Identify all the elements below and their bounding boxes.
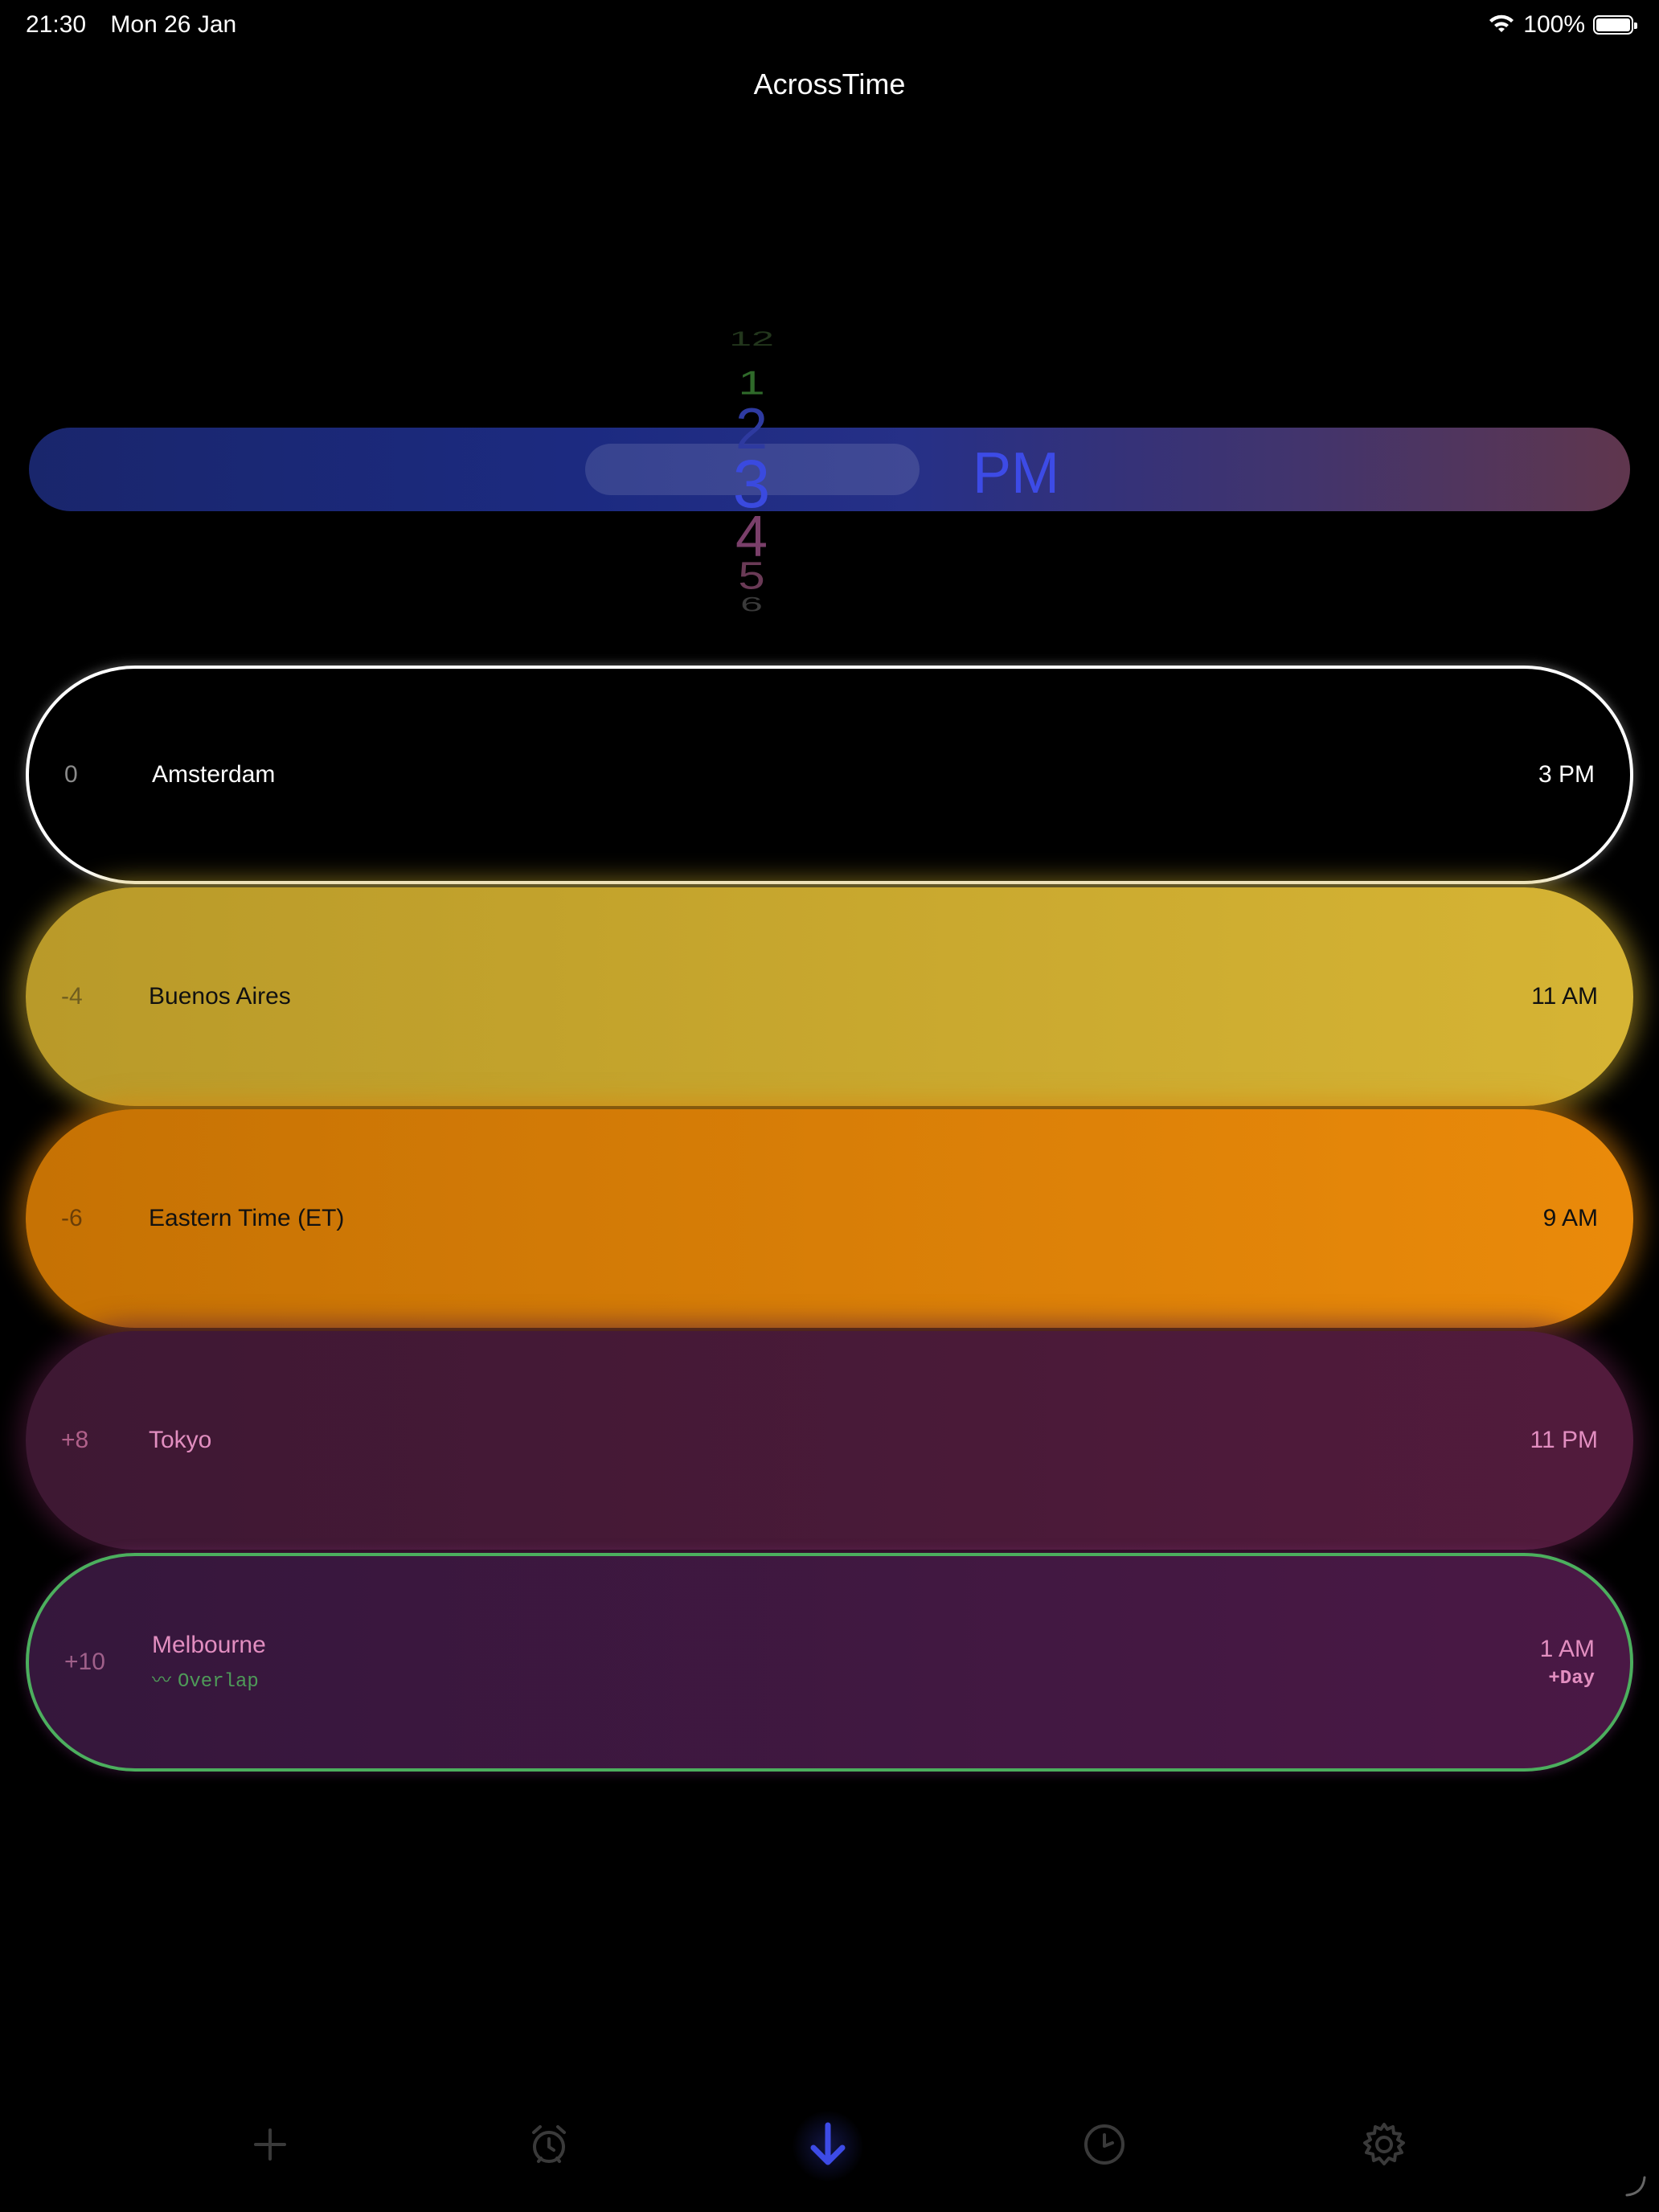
timezone-row-melbourne[interactable]: +10 Melbourne 〰 Overlap 1 AM +Day <box>26 1553 1633 1772</box>
app-title: AcrossTime <box>753 68 906 100</box>
city-name: Eastern Time (ET) <box>149 1205 345 1231</box>
time-block: 1 AM +Day <box>1540 1636 1595 1690</box>
utc-offset: -4 <box>61 983 83 1010</box>
bottom-toolbar <box>0 2106 1659 2186</box>
overlap-text: Overlap <box>178 1671 259 1693</box>
utc-offset: +10 <box>64 1649 105 1675</box>
next-day-label: +Day <box>1548 1667 1595 1690</box>
timezone-row-amsterdam[interactable]: 0 Amsterdam 3 PM <box>26 666 1633 884</box>
hour-option[interactable]: 1 <box>707 366 796 399</box>
hour-option-selected[interactable]: 3 <box>707 450 796 518</box>
clock-icon <box>1082 2122 1127 2171</box>
hour-option[interactable]: 5 <box>707 556 796 595</box>
hour-option[interactable]: 4 <box>707 508 796 566</box>
utc-offset: -6 <box>61 1205 83 1231</box>
battery-icon <box>1593 15 1637 35</box>
plus-icon <box>251 2125 289 2168</box>
city-name: Buenos Aires <box>149 983 291 1010</box>
settings-button[interactable] <box>1344 2106 1424 2186</box>
clock-button[interactable] <box>1064 2106 1145 2186</box>
hour-option[interactable]: 12 <box>707 329 796 350</box>
timezone-row-buenos-aires[interactable]: -4 Buenos Aires 11 AM <box>26 887 1633 1106</box>
utc-offset: +8 <box>61 1427 89 1453</box>
arrow-down-icon <box>806 2120 850 2173</box>
add-button[interactable] <box>230 2106 310 2186</box>
status-time: 21:30 <box>26 11 87 38</box>
alarm-button[interactable] <box>509 2106 589 2186</box>
hour-option[interactable]: 2 <box>707 400 796 458</box>
status-bar: 21:30 Mon 26 Jan 100% <box>0 0 1659 51</box>
utc-offset: 0 <box>64 761 78 788</box>
local-time: 11 AM <box>1531 983 1598 1010</box>
scroll-down-button[interactable] <box>788 2106 868 2186</box>
wave-icon: 〰 <box>152 1669 171 1691</box>
status-date: Mon 26 Jan <box>110 11 237 38</box>
timezone-row-tokyo[interactable]: +8 Tokyo 11 PM <box>26 1331 1633 1550</box>
city-block: Melbourne 〰 Overlap <box>152 1632 266 1693</box>
city-name: Melbourne <box>152 1632 266 1658</box>
overlap-label: 〰 Overlap <box>152 1664 266 1693</box>
local-time: 9 AM <box>1542 1205 1598 1231</box>
city-name: Amsterdam <box>152 761 276 788</box>
resize-corner-icon <box>1624 2174 1648 2202</box>
hour-option[interactable]: 6 <box>707 595 796 615</box>
gear-icon <box>1361 2121 1407 2172</box>
am-pm-toggle[interactable]: PM <box>973 440 1059 506</box>
local-time: 1 AM <box>1539 1635 1595 1662</box>
alarm-icon <box>527 2123 571 2170</box>
battery-percent: 100% <box>1523 11 1585 38</box>
wifi-icon <box>1488 14 1515 35</box>
timezone-row-eastern-time[interactable]: -6 Eastern Time (ET) 9 AM <box>26 1109 1633 1328</box>
city-name: Tokyo <box>149 1427 212 1453</box>
local-time: 3 PM <box>1538 761 1595 788</box>
hour-wheel[interactable]: 12 1 2 3 4 5 6 <box>707 318 796 615</box>
local-time: 11 PM <box>1530 1427 1598 1453</box>
